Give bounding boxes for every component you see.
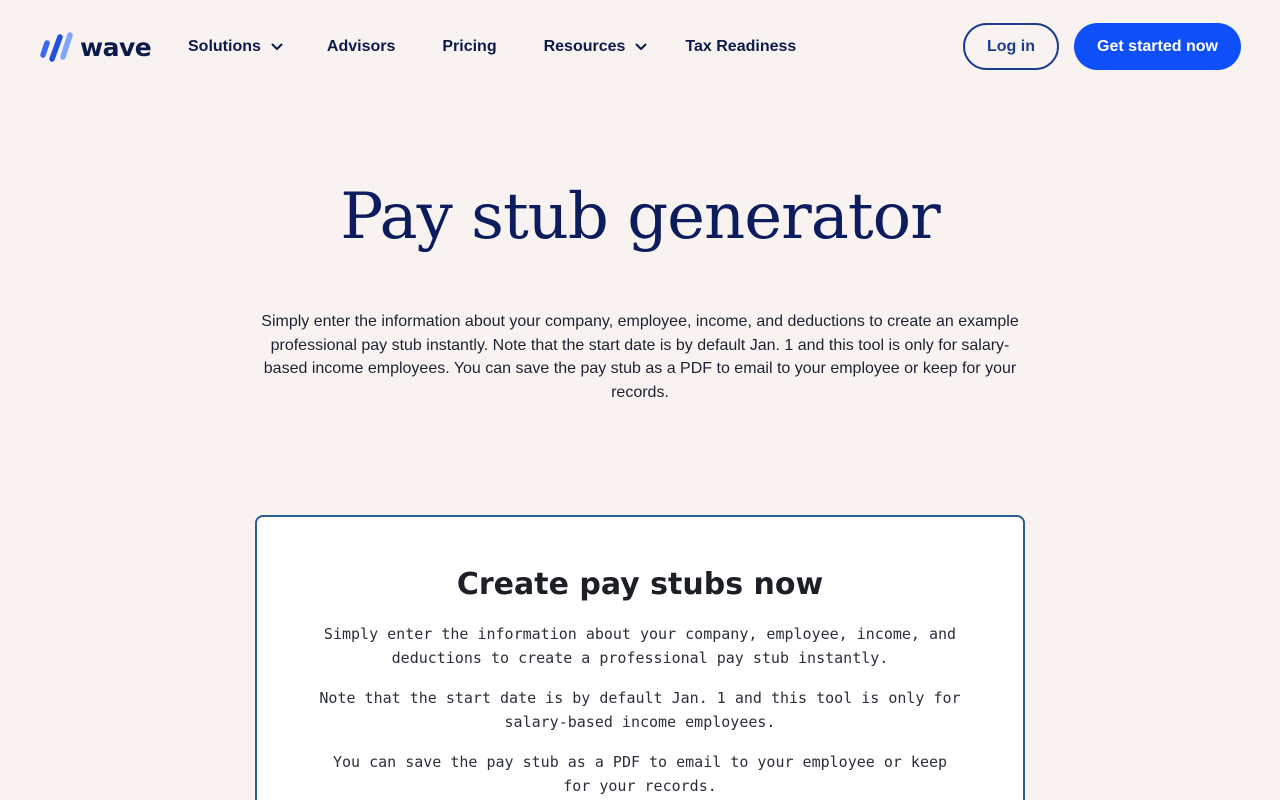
nav-item-solutions[interactable]: Solutions: [188, 38, 283, 56]
chevron-down-icon: [635, 43, 647, 50]
nav-item-resources[interactable]: Resources: [544, 38, 648, 56]
chevron-down-icon: [271, 43, 283, 50]
nav-label: Tax Readiness: [685, 38, 797, 55]
logo-text: wave: [80, 32, 152, 62]
nav-label: Pricing: [442, 38, 497, 55]
nav-item-pricing[interactable]: Pricing: [442, 38, 496, 56]
wave-logo-icon: [40, 32, 73, 62]
hero-description: Simply enter the information about your …: [261, 313, 1019, 401]
page-title: Pay stub generator: [340, 180, 940, 254]
nav-label: Solutions: [188, 38, 261, 55]
card-title: Create pay stubs now: [456, 567, 824, 602]
create-pay-stubs-card: Create pay stubs now Simply enter the in…: [255, 515, 1025, 800]
nav-item-tax-readiness[interactable]: Tax Readiness: [685, 38, 796, 56]
site-header: wave Solutions Advisors Pricing Resource…: [0, 0, 1280, 94]
login-button[interactable]: Log in: [963, 23, 1059, 70]
main-nav: Solutions Advisors Pricing Resources Tax…: [188, 33, 796, 61]
get-started-button[interactable]: Get started now: [1074, 23, 1241, 70]
wave-logo[interactable]: wave: [38, 30, 152, 64]
card-paragraph: Note that the start date is by default J…: [319, 689, 961, 731]
card-paragraph: Simply enter the information about your …: [323, 625, 957, 667]
nav-label: Advisors: [326, 38, 396, 55]
nav-item-advisors[interactable]: Advisors: [327, 38, 395, 56]
nav-label: Resources: [543, 38, 626, 55]
card-paragraph: You can save the pay stub as a PDF to em…: [332, 753, 948, 795]
